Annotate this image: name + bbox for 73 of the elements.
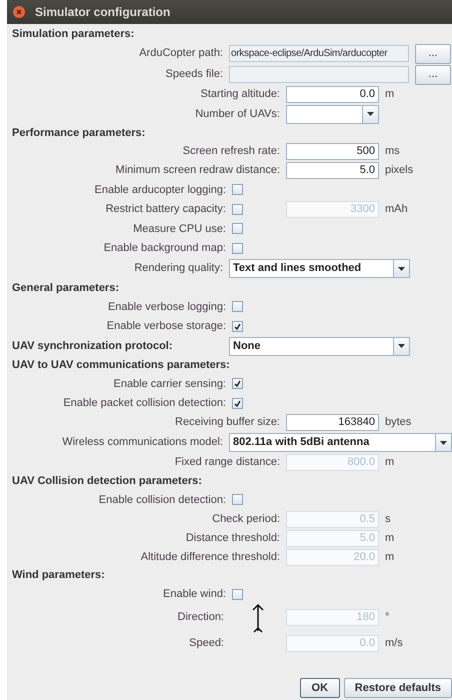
section-heading: General parameters: <box>12 280 119 296</box>
unit-label: m <box>385 530 394 546</box>
section-heading: UAV to UAV communications parameters: <box>12 358 230 373</box>
direction-arrow-icon <box>251 602 265 632</box>
section-heading: UAV Collision detection parameters: <box>12 474 202 489</box>
field-label: Distance threshold: <box>184 530 281 546</box>
checkbox[interactable] <box>232 378 243 390</box>
dropdown-arrow-icon <box>398 344 405 348</box>
unit-label: m <box>385 87 394 102</box>
checkbox[interactable] <box>232 223 243 234</box>
section-heading: Performance parameters: <box>12 126 146 141</box>
checkbox[interactable] <box>232 320 243 332</box>
dropdown[interactable] <box>286 104 379 124</box>
field-label: Fixed range distance: <box>174 455 281 470</box>
dropdown[interactable]: 802.11a with 5dBi antenna <box>229 433 452 452</box>
section-heading: Wind parameters: <box>12 568 105 584</box>
unit-label: m <box>385 455 394 470</box>
text-field[interactable]: 163840 <box>286 414 379 431</box>
checkbox[interactable] <box>232 242 243 254</box>
dropdown-arrow-icon <box>398 266 405 270</box>
unit-label: s <box>385 512 390 527</box>
dropdown[interactable]: None <box>229 336 410 356</box>
checkbox-label: Enable verbose storage: <box>106 319 227 334</box>
field-label: Direction: <box>176 610 225 626</box>
checkbox-label: Enable carrier sensing: <box>112 376 227 392</box>
field-label: Starting altitude: <box>200 87 281 102</box>
field-label: Number of UAVs: <box>194 106 281 122</box>
field-label: ArduCopter path: <box>138 46 224 62</box>
field-label: Rendering quality: <box>133 261 224 276</box>
checkbox-label: Enable verbose logging: <box>106 300 227 314</box>
window-title: Simulator configuration <box>35 4 170 21</box>
field-label: Screen refresh rate: <box>182 144 281 160</box>
checkbox[interactable] <box>232 588 243 600</box>
field-label: Speed: <box>188 636 225 652</box>
unit-label: ms <box>385 144 400 160</box>
field-label: Check period: <box>211 512 281 527</box>
unit-label: m <box>385 550 394 565</box>
field-label: Minimum screen redraw distance: <box>114 163 281 178</box>
text-field[interactable]: 0.0 <box>286 86 379 103</box>
checkbox-label: Enable background map: <box>102 241 227 256</box>
unit-label: pixels <box>385 163 414 178</box>
section-heading: UAV synchronization protocol: <box>12 338 174 354</box>
close-icon[interactable] <box>13 6 25 18</box>
browse-button[interactable]: ... <box>415 64 451 84</box>
checkbox[interactable] <box>232 184 243 196</box>
path-field[interactable] <box>229 66 409 83</box>
restore-defaults-button[interactable]: Restore defaults <box>344 678 452 698</box>
checkbox[interactable] <box>232 301 243 312</box>
dropdown[interactable]: Text and lines smoothed <box>229 259 410 278</box>
unit-label: m/s <box>385 636 403 652</box>
path-field[interactable]: orkspace-eclipse/ArduSim/arducopter <box>229 45 409 62</box>
browse-button[interactable]: ... <box>415 44 451 64</box>
field-label: Receiving buffer size: <box>174 415 281 430</box>
checkbox-label: Enable packet collision detection: <box>62 396 227 411</box>
checkbox-label: Enable arducopter logging: <box>94 182 227 198</box>
checkbox-label: Enable wind: <box>162 587 227 602</box>
unit-label: ° <box>385 610 390 626</box>
text-field[interactable]: 500 <box>286 143 379 160</box>
checkbox-label: Enable collision detection: <box>98 492 227 508</box>
field-label: Altitude difference threshold: <box>140 550 281 565</box>
checkbox[interactable] <box>232 494 243 506</box>
field-label: Speeds file: <box>164 67 224 82</box>
dropdown-arrow-icon <box>440 440 447 444</box>
section-heading: Simulation parameters: <box>12 26 134 42</box>
unit-label: bytes <box>385 415 412 430</box>
text-field[interactable]: 5.0 <box>286 162 379 179</box>
unit-label: mAh <box>385 202 408 217</box>
checkbox[interactable] <box>232 398 243 409</box>
checkbox-label: Restrict battery capacity: <box>104 202 227 217</box>
dropdown-arrow-icon <box>367 112 374 116</box>
checkbox-label: Measure CPU use: <box>132 222 227 236</box>
ok-button[interactable]: OK <box>300 678 340 698</box>
field-label: Wireless communications model: <box>61 435 224 450</box>
